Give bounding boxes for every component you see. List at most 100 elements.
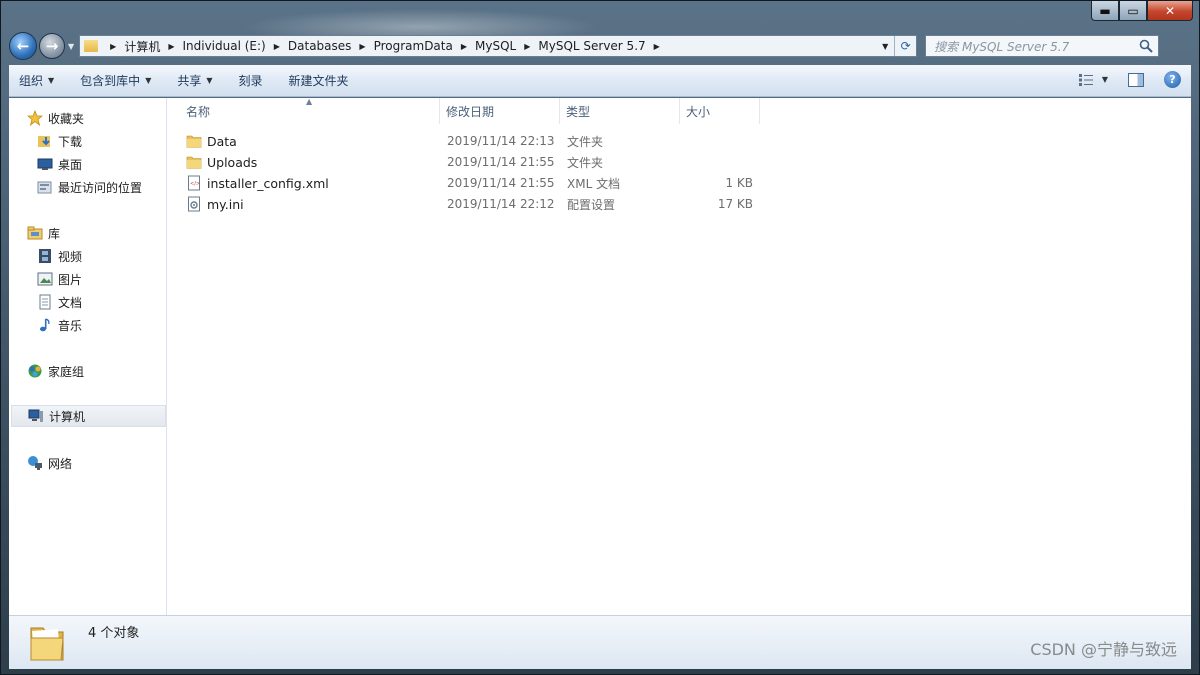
- navigation-pane: 收藏夹 下载 桌面 最近访问的位置 库 视频 图片 文档 音乐 家庭组 计算机 …: [9, 98, 167, 615]
- file-name: installer_config.xml: [207, 175, 329, 191]
- chevron-right-icon[interactable]: ▶: [359, 42, 365, 51]
- ini-file-icon: [188, 196, 200, 212]
- breadcrumb-programdata[interactable]: ProgramData: [374, 39, 453, 53]
- network-icon: [27, 455, 43, 471]
- sidebar-item-label: 库: [48, 226, 61, 241]
- svg-text:</>: </>: [190, 181, 200, 187]
- back-button[interactable]: ←: [9, 32, 37, 60]
- homegroup-icon: [27, 363, 43, 379]
- caption-buttons: ▬ ▭ ✕: [1091, 1, 1193, 21]
- refresh-button[interactable]: ⟳: [894, 36, 916, 56]
- sidebar-item-homegroup[interactable]: 家庭组: [27, 360, 84, 382]
- share-button[interactable]: 共享 ▼: [177, 72, 212, 89]
- include-in-library-button[interactable]: 包含到库中 ▼: [80, 72, 151, 89]
- file-date: 2019/11/14 21:55: [447, 176, 555, 190]
- sidebar-item-videos[interactable]: 视频: [37, 245, 82, 267]
- file-row[interactable]: my.ini 2019/11/14 22:12 配置设置 17 KB: [168, 194, 768, 214]
- share-label: 共享: [177, 74, 202, 88]
- column-header-size[interactable]: 大小: [680, 98, 760, 124]
- minimize-button[interactable]: ▬: [1091, 1, 1119, 21]
- chevron-down-icon: ▼: [48, 76, 55, 85]
- chevron-right-icon[interactable]: ▶: [110, 42, 116, 51]
- help-icon[interactable]: ?: [1164, 71, 1181, 88]
- file-date: 2019/11/14 22:13: [447, 134, 555, 148]
- sidebar-item-desktop[interactable]: 桌面: [37, 153, 82, 175]
- search-placeholder: 搜索 MySQL Server 5.7: [934, 39, 1070, 54]
- file-name-cell: Data: [186, 133, 237, 149]
- maximize-button[interactable]: ▭: [1119, 1, 1147, 21]
- column-header-date[interactable]: 修改日期: [440, 98, 560, 124]
- video-icon: [37, 248, 53, 264]
- address-history-dropdown[interactable]: ▼: [876, 36, 894, 56]
- file-date: 2019/11/14 22:12: [447, 197, 555, 211]
- toolbar-right: ▼ ?: [1078, 71, 1181, 88]
- library-icon: [27, 225, 43, 241]
- file-size: 17 KB: [717, 197, 753, 211]
- file-name: my.ini: [207, 196, 244, 212]
- sidebar-item-label: 收藏夹: [48, 111, 85, 126]
- sidebar-item-libraries[interactable]: 库: [27, 222, 60, 244]
- file-row[interactable]: </> installer_config.xml 2019/11/14 21:5…: [168, 173, 768, 193]
- sidebar-item-computer[interactable]: 计算机: [11, 405, 166, 427]
- breadcrumb-mysql[interactable]: MySQL: [475, 39, 516, 53]
- main-content: 收藏夹 下载 桌面 最近访问的位置 库 视频 图片 文档 音乐 家庭组 计算机 …: [9, 97, 1191, 615]
- close-button[interactable]: ✕: [1147, 1, 1193, 21]
- sidebar-item-label: 图片: [58, 272, 83, 287]
- file-name: Uploads: [207, 154, 258, 170]
- burn-button[interactable]: 刻录: [239, 72, 263, 89]
- sidebar-item-label: 桌面: [58, 157, 83, 172]
- download-icon: [37, 133, 53, 149]
- sidebar-item-pictures[interactable]: 图片: [37, 268, 82, 290]
- sidebar-item-music[interactable]: 音乐: [37, 314, 82, 336]
- column-header-type[interactable]: 类型: [560, 98, 680, 124]
- recent-pages-dropdown[interactable]: ▼: [68, 42, 74, 51]
- chevron-right-icon[interactable]: ▶: [274, 42, 280, 51]
- breadcrumb-computer[interactable]: 计算机: [124, 38, 160, 55]
- file-type: 配置设置: [567, 197, 616, 212]
- column-header-label: 大小: [686, 104, 711, 119]
- chevron-right-icon[interactable]: ▶: [168, 42, 174, 51]
- chevron-down-icon: ▼: [145, 76, 152, 85]
- computer-icon: [28, 408, 44, 424]
- chevron-right-icon[interactable]: ▶: [524, 42, 530, 51]
- organize-button[interactable]: 组织 ▼: [19, 72, 54, 89]
- chevron-right-icon[interactable]: ▶: [654, 42, 660, 51]
- forward-button[interactable]: →: [39, 33, 65, 59]
- include-in-library-label: 包含到库中: [80, 74, 141, 88]
- change-view-icon[interactable]: [1078, 73, 1094, 87]
- new-folder-button[interactable]: 新建文件夹: [289, 72, 349, 89]
- column-header-label: 名称: [186, 104, 211, 119]
- sidebar-item-network[interactable]: 网络: [27, 452, 72, 474]
- search-input[interactable]: 搜索 MySQL Server 5.7: [925, 35, 1160, 57]
- preview-pane-icon[interactable]: [1128, 72, 1144, 87]
- sidebar-item-downloads[interactable]: 下载: [37, 130, 82, 152]
- file-list: ▲ 名称 修改日期 类型 大小 Data 2019/11/14 22:13 文件…: [168, 97, 1191, 615]
- view-options-dropdown[interactable]: ▼: [1102, 75, 1108, 84]
- breadcrumb-drive[interactable]: Individual (E:): [182, 39, 265, 53]
- column-header-name[interactable]: 名称: [168, 98, 440, 124]
- desktop-icon: [37, 156, 53, 172]
- sidebar-item-label: 家庭组: [48, 364, 85, 379]
- address-controls: ▼ ⟳: [876, 36, 916, 56]
- sidebar-item-label: 音乐: [58, 318, 83, 333]
- column-header-label: 修改日期: [446, 104, 495, 119]
- sidebar-item-documents[interactable]: 文档: [37, 291, 82, 313]
- folder-icon: [84, 40, 99, 52]
- organize-label: 组织: [19, 74, 44, 88]
- navigation-bar: ← → ▼ ▶ 计算机 ▶ Individual (E:) ▶ Database…: [9, 31, 1191, 61]
- breadcrumb-mysql-server[interactable]: MySQL Server 5.7: [538, 39, 645, 53]
- file-row[interactable]: Data 2019/11/14 22:13 文件夹: [168, 131, 768, 151]
- sidebar-item-recent[interactable]: 最近访问的位置: [37, 176, 142, 198]
- breadcrumb-databases[interactable]: Databases: [288, 39, 352, 53]
- sidebar-item-label: 文档: [58, 295, 83, 310]
- breadcrumb: ▶ 计算机 ▶ Individual (E:) ▶ Databases ▶ Pr…: [102, 38, 668, 55]
- sidebar-item-label: 网络: [48, 456, 73, 471]
- file-name-cell: my.ini: [186, 196, 244, 212]
- chevron-right-icon[interactable]: ▶: [461, 42, 467, 51]
- file-size: 1 KB: [725, 176, 753, 190]
- file-name-cell: </> installer_config.xml: [186, 175, 329, 191]
- sidebar-item-favorites[interactable]: 收藏夹: [27, 107, 84, 129]
- file-row[interactable]: Uploads 2019/11/14 21:55 文件夹: [168, 152, 768, 172]
- address-bar[interactable]: ▶ 计算机 ▶ Individual (E:) ▶ Databases ▶ Pr…: [79, 35, 918, 57]
- search-icon[interactable]: [1139, 39, 1153, 53]
